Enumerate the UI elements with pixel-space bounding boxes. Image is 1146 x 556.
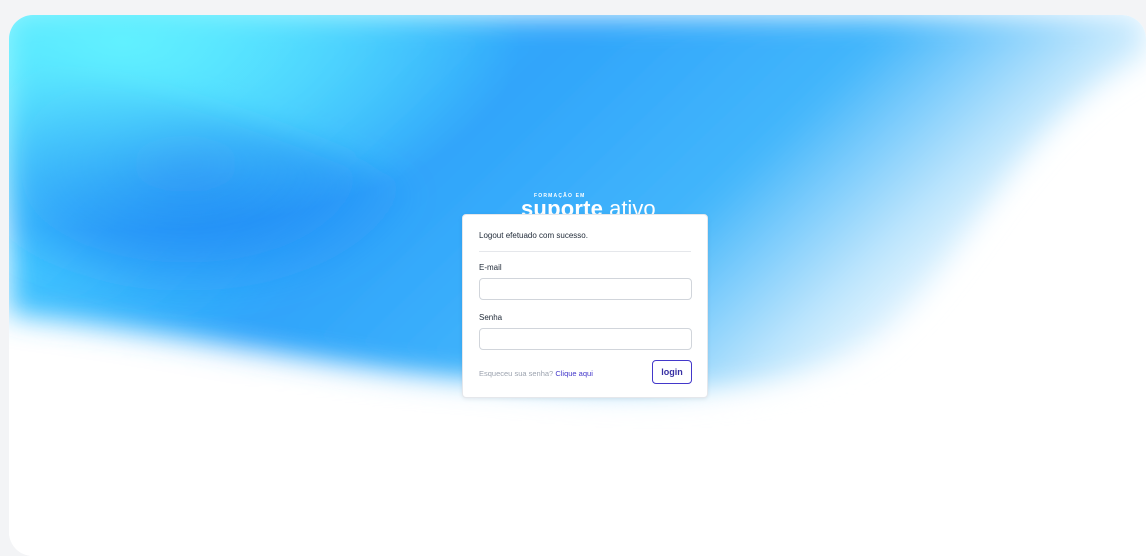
email-field[interactable]: [479, 278, 692, 300]
email-label: E-mail: [479, 263, 502, 272]
login-button[interactable]: login: [652, 360, 692, 384]
forgot-password-link[interactable]: Clique aqui: [555, 369, 593, 378]
password-label: Senha: [479, 313, 503, 322]
login-card: Logout efetuado com sucesso. E-mail Senh…: [462, 214, 708, 398]
forgot-password-text: Esqueceu sua senha?: [479, 369, 554, 378]
divider: [479, 251, 691, 252]
forgot-password: Esqueceu sua senha? Clique aqui: [479, 369, 593, 378]
logout-success-message: Logout efetuado com sucesso.: [479, 231, 588, 240]
password-field[interactable]: [479, 328, 692, 350]
